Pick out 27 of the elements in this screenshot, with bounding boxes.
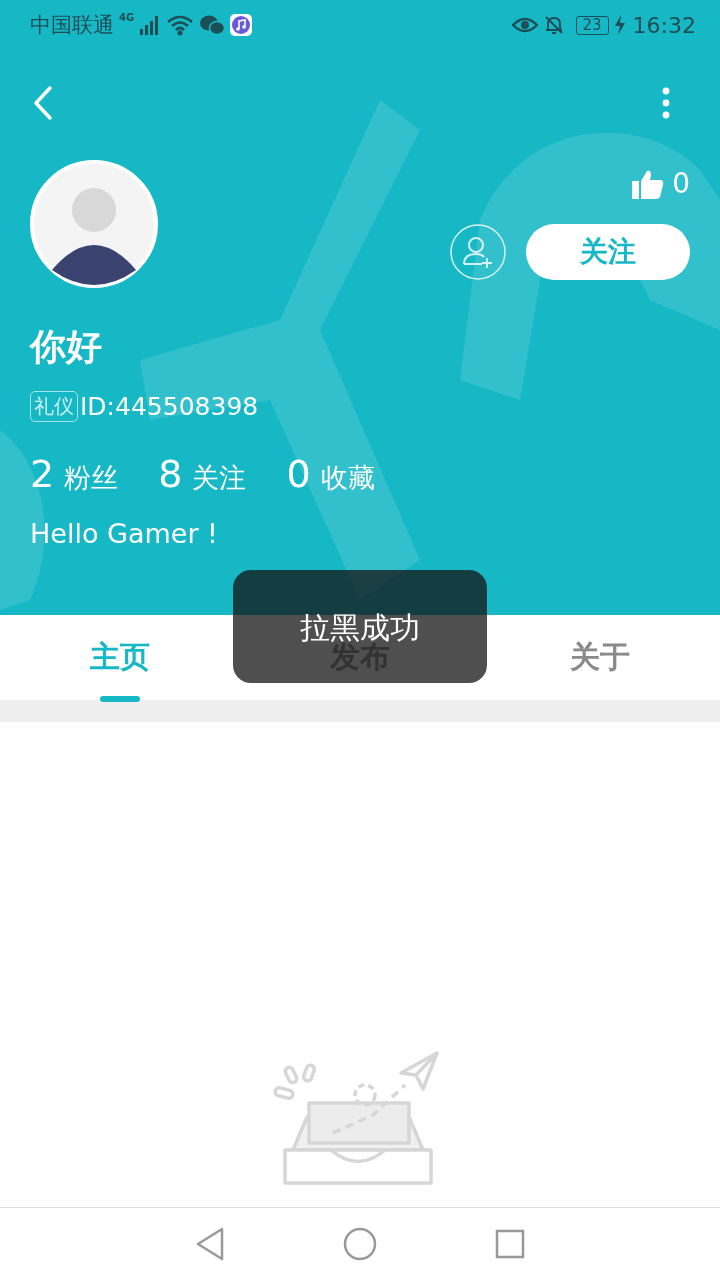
stat-link[interactable]: 8 关注 — [158, 452, 247, 496]
more-icon[interactable] — [662, 86, 670, 119]
stat-link[interactable]: 2 粉丝 — [30, 452, 119, 496]
battery-level: 23 — [575, 15, 609, 35]
clock-time: 16:32 — [632, 12, 696, 38]
like-count: 0 — [672, 167, 690, 200]
badge: 礼仪 — [30, 391, 78, 422]
wifi-icon — [166, 14, 195, 36]
follow-button[interactable]: 关注 — [526, 224, 690, 280]
thumbs-up-icon[interactable] — [632, 168, 665, 199]
bio-text: Hello Gamer ! — [29, 518, 219, 549]
user-name: 你好 — [28, 325, 103, 369]
charging-icon — [613, 14, 626, 36]
home-nav-icon[interactable] — [343, 1227, 377, 1261]
eye-icon — [511, 15, 538, 35]
back-icon[interactable] — [32, 84, 54, 121]
stat-link[interactable]: 0 收藏 — [286, 452, 375, 496]
recents-nav-icon[interactable] — [495, 1229, 525, 1259]
carrier-name: 中国联通 — [30, 12, 114, 39]
bell-off-icon — [542, 14, 565, 36]
tab[interactable]: 主页 — [0, 615, 240, 700]
chat-icon — [199, 14, 226, 36]
network-type: 4G — [119, 12, 135, 23]
back-nav-icon[interactable] — [195, 1227, 225, 1261]
user-id: ID:445508398 — [80, 392, 259, 421]
add-friend-icon[interactable] — [450, 224, 506, 280]
music-app-icon — [230, 14, 253, 36]
